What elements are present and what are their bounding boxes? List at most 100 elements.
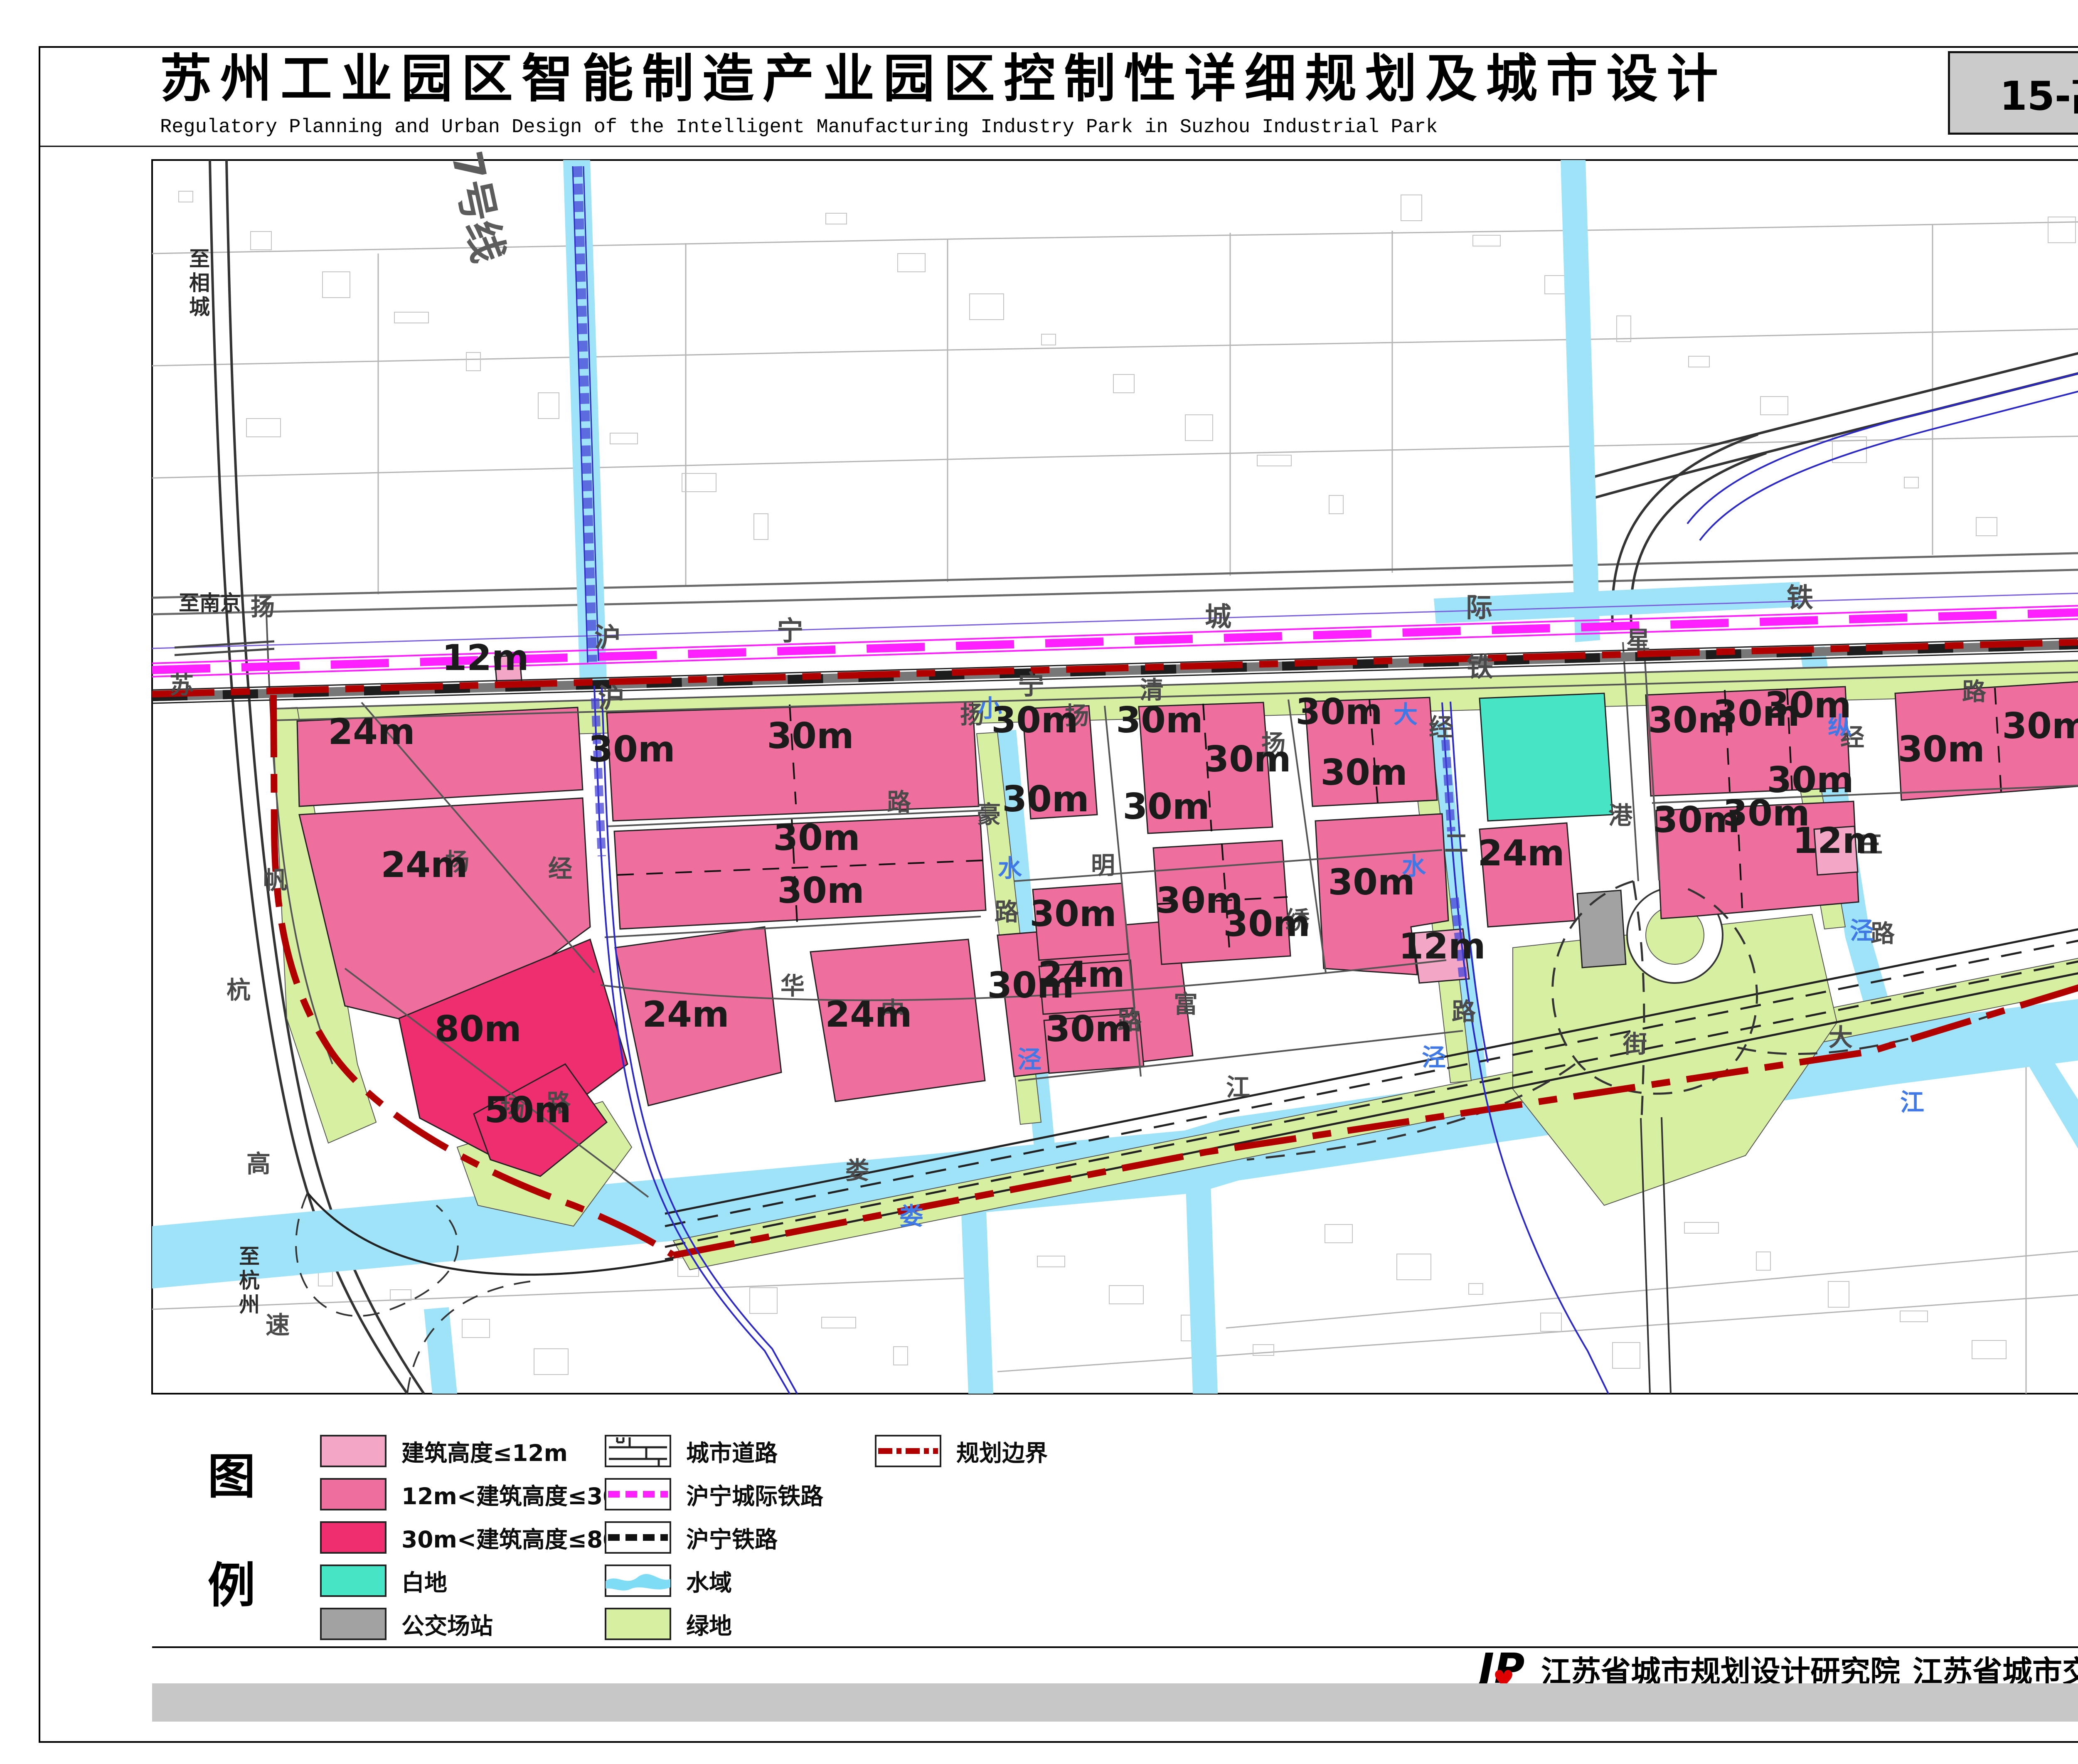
road-name-char: 富 <box>1174 990 1198 1018</box>
legend-title-char: 图 <box>204 1438 259 1507</box>
height-limit-label: 30m <box>1204 739 1291 780</box>
height-limit-label: 30m <box>773 817 860 859</box>
map-edge-label: 相 <box>189 271 210 295</box>
legend-swatch-rail <box>605 1521 671 1554</box>
plan-sheet: 沪宁城际铁沪宁铁路 扬帆苏杭高速经路扬扬路华中清扬豪路扬明路扬绣富经二路星港街经… <box>0 0 2078 1764</box>
svg-shape <box>875 1435 941 1467</box>
height-limit-label: 30m <box>1116 700 1203 741</box>
height-limit-label: 30m <box>1045 1008 1132 1050</box>
legend-label: 绿地 <box>686 1607 732 1641</box>
height-limit-label: 30m <box>777 870 864 912</box>
height-limit-label: 24m <box>1477 833 1564 874</box>
height-limit-label: 30m <box>1002 779 1089 820</box>
sheet-title: 15-高度控制规划图 <box>2000 64 2078 121</box>
road-name-char: 路 <box>1871 919 1895 948</box>
waterway-name-char: 水 <box>998 854 1022 882</box>
rect-shape <box>321 1436 386 1466</box>
map-canvas: 沪宁城际铁沪宁铁路 扬帆苏杭高速经路扬扬路华中清扬豪路扬明路扬绣富经二路星港街经… <box>0 0 2078 1764</box>
map-edge-label: 至南京 <box>179 591 241 615</box>
legend-swatch-h12 <box>320 1435 387 1467</box>
railway-name-char: 城 <box>1205 602 1231 633</box>
legend-item: 绿地 <box>605 1606 732 1642</box>
legend-swatch-bus <box>320 1608 387 1640</box>
railway-name-char: 沪 <box>598 683 625 714</box>
legend-label: 沪宁铁路 <box>686 1521 778 1554</box>
legend-item: 30m<建筑高度≤80m <box>320 1520 643 1555</box>
waterway-name-char: 江 <box>1900 1088 1924 1116</box>
road-name-char: 苏 <box>170 671 194 699</box>
height-limit-label: 12m <box>442 637 529 679</box>
main-title: 苏州工业园区智能制造产业园区控制性详细规划及城市设计 <box>160 53 1947 105</box>
legend-label: 沪宁城际铁路 <box>686 1478 823 1511</box>
legend-title: 图例 <box>204 1438 259 1656</box>
map-edge-label: 至 <box>239 1244 260 1269</box>
legend-swatch-baidi <box>320 1564 387 1597</box>
railway-name-char: 宁 <box>1018 670 1044 701</box>
road-name-char: 速 <box>266 1311 290 1339</box>
legend-item: 水域 <box>605 1563 732 1599</box>
road-name-char: 高 <box>246 1150 271 1178</box>
rect-shape <box>321 1565 386 1596</box>
road-name-char: 扬 <box>251 593 275 621</box>
road-name-char: 杭 <box>227 976 251 1004</box>
legend-label: 白地 <box>401 1564 447 1597</box>
legend-item: 公交场站 <box>320 1606 493 1642</box>
svg-shape <box>320 1435 387 1467</box>
legend-swatch-water <box>605 1564 671 1597</box>
map-edge-label: 州 <box>239 1293 260 1317</box>
height-limit-label: 30m <box>1223 903 1310 945</box>
header: 苏州工业园区智能制造产业园区控制性详细规划及城市设计 Regulatory Pl… <box>160 53 1947 138</box>
rect-shape <box>606 1609 670 1639</box>
railway-name-char: 沪 <box>594 623 621 653</box>
height-limit-label: 30m <box>1029 893 1116 935</box>
road-name-char: 华 <box>780 972 805 1000</box>
height-limit-label: 24m <box>381 844 468 886</box>
legend-swatch-h30 <box>320 1478 387 1510</box>
svg-shape <box>605 1521 671 1554</box>
road-name-char: 星 <box>1626 626 1650 654</box>
svg-shape <box>605 1478 671 1510</box>
legend-item: 沪宁铁路 <box>605 1520 778 1555</box>
legend-item: 规划边界 <box>875 1433 1048 1469</box>
railway-name-char: 铁 <box>1787 583 1813 613</box>
legend-label: 水域 <box>686 1564 732 1597</box>
legend-title-char: 例 <box>204 1547 259 1616</box>
legend-swatch-roads <box>605 1435 671 1467</box>
baidi-block <box>1480 693 1613 821</box>
legend-label: 公交场站 <box>401 1607 493 1641</box>
road-name-char: 二 <box>1444 829 1468 857</box>
legend-item: 白地 <box>320 1563 447 1599</box>
bus-station-block <box>1577 890 1626 968</box>
height-limit-label: 30m <box>588 729 675 770</box>
map-edge-label: 杭 <box>239 1269 260 1293</box>
legend-label: 建筑高度≤12m <box>401 1434 568 1468</box>
rect-shape <box>321 1479 386 1510</box>
legend-label: 规划边界 <box>956 1434 1048 1468</box>
waterway-name-char: 泾 <box>1850 916 1874 945</box>
svg-shape <box>320 1521 387 1554</box>
road-name-char: 帆 <box>263 866 287 894</box>
legend-swatch-boundary <box>875 1435 941 1467</box>
legend-swatch-h80 <box>320 1521 387 1554</box>
height-limit-label: 30m <box>991 700 1078 741</box>
road-name-char: 明 <box>1091 851 1115 880</box>
road-name-char: 路 <box>995 898 1019 926</box>
main-title-english: Regulatory Planning and Urban Design of … <box>160 116 1947 138</box>
sheet-title-box: 15-高度控制规划图 <box>1948 51 2078 135</box>
road-name-char: 经 <box>1429 713 1453 742</box>
waterway-name-char: 娄 <box>899 1202 923 1230</box>
height-limit-label: 30m <box>1320 752 1407 793</box>
rect-shape <box>321 1609 386 1639</box>
legend-item: 12m<建筑高度≤30m <box>320 1476 643 1512</box>
svg-shape <box>320 1564 387 1597</box>
road-name-char: 港 <box>1608 801 1633 830</box>
height-limit-label: 30m <box>1328 862 1415 903</box>
height-limit-label: 30m <box>1764 685 1851 726</box>
road-name-char: 经 <box>548 855 572 883</box>
svg-shape <box>605 1435 671 1467</box>
height-limit-label: 30m <box>1295 691 1382 733</box>
height-limit-label: 12m <box>1398 926 1485 967</box>
height-limit-label: 24m <box>642 994 729 1035</box>
legend-swatch-crail <box>605 1478 671 1510</box>
height-limit-label: 24m <box>328 711 415 753</box>
